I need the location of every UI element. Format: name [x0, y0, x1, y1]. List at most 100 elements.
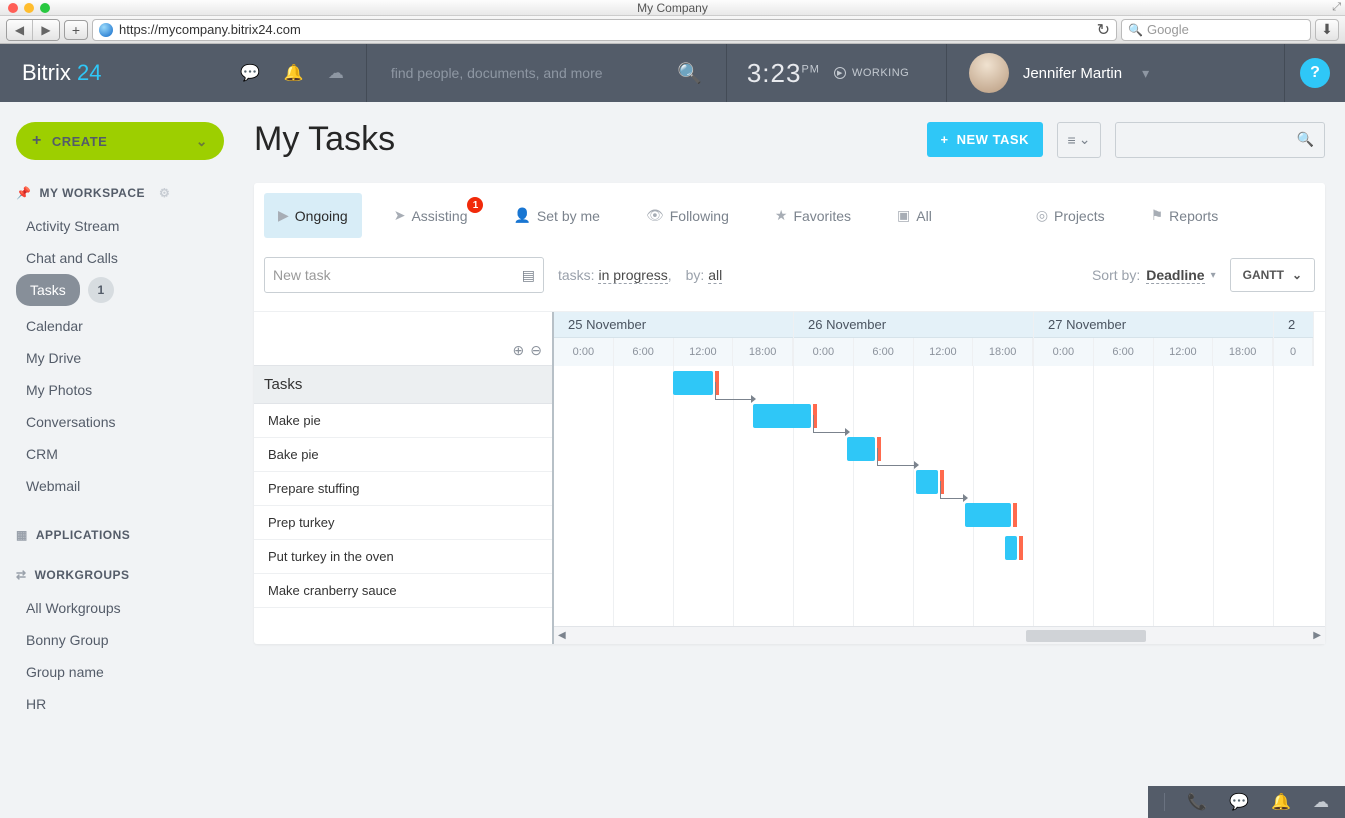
sidebar-item-tasks[interactable]: Tasks: [16, 274, 80, 306]
minimize-window-dot[interactable]: [24, 3, 34, 13]
bottom-status-bar: 📞 💬 🔔 ☁: [1148, 786, 1345, 818]
cloud-icon[interactable]: ☁: [328, 63, 344, 83]
gantt-hour-label: 18:00: [733, 338, 793, 366]
search-engine-box[interactable]: 🔍 Google: [1121, 19, 1311, 41]
gantt-task-row[interactable]: Prepare stuffing: [254, 472, 552, 506]
gantt-task-row[interactable]: Put turkey in the oven: [254, 540, 552, 574]
sidebar-section-workspace[interactable]: 📌 MY WORKSPACE ⚙: [16, 186, 224, 200]
sidebar-item[interactable]: Bonny Group: [16, 624, 224, 656]
phone-icon[interactable]: 📞: [1187, 792, 1207, 812]
back-button[interactable]: ◀: [7, 20, 33, 40]
working-status[interactable]: ▶ WORKING: [834, 67, 909, 79]
sidebar-item[interactable]: CRM: [16, 438, 224, 470]
gantt-hour-label: 0:00: [794, 338, 854, 366]
close-window-dot[interactable]: [8, 3, 18, 13]
gantt-bar[interactable]: [753, 404, 811, 428]
share-icon: ⇄: [16, 568, 27, 582]
tab-assisting[interactable]: ➤Assisting1: [380, 193, 482, 238]
global-search[interactable]: find people, documents, and more 🔍: [367, 44, 727, 102]
sidebar-item[interactable]: Chat and Calls: [16, 242, 224, 274]
tab-label: Favorites: [793, 208, 851, 224]
filter-by[interactable]: by: all: [686, 267, 723, 283]
form-icon[interactable]: ▤: [522, 267, 535, 284]
gantt-bar[interactable]: [916, 470, 938, 494]
chat-icon[interactable]: 💬: [240, 63, 260, 83]
tasks-badge: 1: [88, 277, 114, 303]
tab-set-by-me[interactable]: 👤Set by me: [499, 193, 613, 238]
sidebar-section-title: WORKGROUPS: [35, 568, 130, 582]
expand-icon[interactable]: ⤢: [1332, 1, 1341, 14]
tab-label: Set by me: [537, 208, 600, 224]
tab-following[interactable]: 👁Following: [632, 193, 743, 238]
view-mode-button[interactable]: GANTT ⌄: [1230, 258, 1315, 292]
sidebar-item[interactable]: My Drive: [16, 342, 224, 374]
tab-label: Following: [670, 208, 729, 224]
new-task-button[interactable]: + NEW TASK: [927, 122, 1043, 157]
sidebar-item[interactable]: All Workgroups: [16, 592, 224, 624]
add-bookmark-button[interactable]: +: [64, 20, 88, 40]
gantt-day-column: 27 November0:006:0012:0018:00: [1034, 312, 1274, 366]
forward-button[interactable]: ▶: [33, 20, 59, 40]
horizontal-scrollbar[interactable]: ◀ ▶: [554, 626, 1325, 644]
sidebar-item[interactable]: Group name: [16, 656, 224, 688]
tab-favorites[interactable]: ★Favorites: [761, 193, 865, 238]
gantt-task-row[interactable]: Make pie: [254, 404, 552, 438]
gantt-timeline[interactable]: 25 November0:006:0012:0018:0026 November…: [554, 312, 1325, 644]
scroll-thumb[interactable]: [1026, 630, 1146, 642]
filter-tasks[interactable]: tasks: in progress,: [558, 267, 672, 283]
gantt-bar-row: [554, 432, 1325, 465]
gantt-link: [940, 481, 963, 499]
gantt-task-row[interactable]: Make cranberry sauce: [254, 574, 552, 608]
gantt-bar[interactable]: [673, 371, 713, 395]
gantt-day-label: 26 November: [794, 312, 1033, 338]
cloud-icon[interactable]: ☁: [1313, 792, 1329, 812]
tab-label: Assisting: [411, 208, 467, 224]
gantt-bar-row: [554, 531, 1325, 564]
chevron-down-icon: ⌄: [196, 133, 208, 150]
gantt-bar[interactable]: [1005, 536, 1017, 560]
zoom-window-dot[interactable]: [40, 3, 50, 13]
sort-by[interactable]: Sort by: Deadline ▾: [1092, 267, 1216, 284]
sidebar-section-applications[interactable]: ▦ APPLICATIONS: [16, 528, 224, 542]
zoom-in-icon[interactable]: ⊕: [513, 342, 525, 359]
sidebar-item[interactable]: Webmail: [16, 470, 224, 502]
tab-projects[interactable]: ◎Projects: [1022, 193, 1119, 238]
status-text: WORKING: [852, 67, 909, 79]
url-field[interactable]: https://mycompany.bitrix24.com ↻: [92, 19, 1117, 41]
time-widget[interactable]: 3:23PM ▶ WORKING: [727, 44, 947, 102]
sidebar-item[interactable]: HR: [16, 688, 224, 720]
sidebar-item[interactable]: My Photos: [16, 374, 224, 406]
scroll-right-icon[interactable]: ▶: [1313, 630, 1321, 641]
help-button[interactable]: ?: [1285, 58, 1345, 88]
chat-icon[interactable]: 💬: [1229, 792, 1249, 812]
create-button[interactable]: + CREATE ⌄: [16, 122, 224, 160]
gantt-link: [877, 448, 914, 466]
scroll-left-icon[interactable]: ◀: [558, 630, 566, 641]
gantt-bar[interactable]: [847, 437, 875, 461]
view-options-button[interactable]: ≡ ⌄: [1057, 122, 1101, 158]
new-task-label: NEW TASK: [957, 132, 1029, 147]
bell-icon[interactable]: 🔔: [284, 63, 304, 83]
window-title: My Company: [0, 1, 1345, 15]
gear-icon[interactable]: ⚙: [159, 186, 170, 200]
app-logo[interactable]: Bitrix 24: [0, 60, 240, 86]
zoom-out-icon[interactable]: ⊖: [530, 342, 542, 359]
tab-all[interactable]: ▣All: [883, 193, 946, 238]
reload-icon[interactable]: ↻: [1097, 20, 1110, 40]
bell-icon[interactable]: 🔔: [1271, 792, 1291, 812]
sidebar-item[interactable]: Conversations: [16, 406, 224, 438]
help-icon: ?: [1300, 58, 1330, 88]
quick-task-input[interactable]: New task ▤: [264, 257, 544, 293]
gantt-task-row[interactable]: Prep turkey: [254, 506, 552, 540]
tab-ongoing[interactable]: ▶Ongoing: [264, 193, 362, 238]
downloads-button[interactable]: ⬇: [1315, 19, 1339, 41]
user-menu[interactable]: Jennifer Martin ▾: [947, 44, 1285, 102]
sidebar-item[interactable]: Activity Stream: [16, 210, 224, 242]
sidebar-section-workgroups[interactable]: ⇄ WORKGROUPS: [16, 568, 224, 582]
tab-reports[interactable]: ⚑Reports: [1137, 193, 1233, 238]
gantt-task-row[interactable]: Bake pie: [254, 438, 552, 472]
task-search-input[interactable]: 🔍: [1115, 122, 1325, 158]
gantt-bar[interactable]: [965, 503, 1011, 527]
sidebar-item[interactable]: Calendar: [16, 310, 224, 342]
list-icon: ≡: [1068, 132, 1076, 148]
